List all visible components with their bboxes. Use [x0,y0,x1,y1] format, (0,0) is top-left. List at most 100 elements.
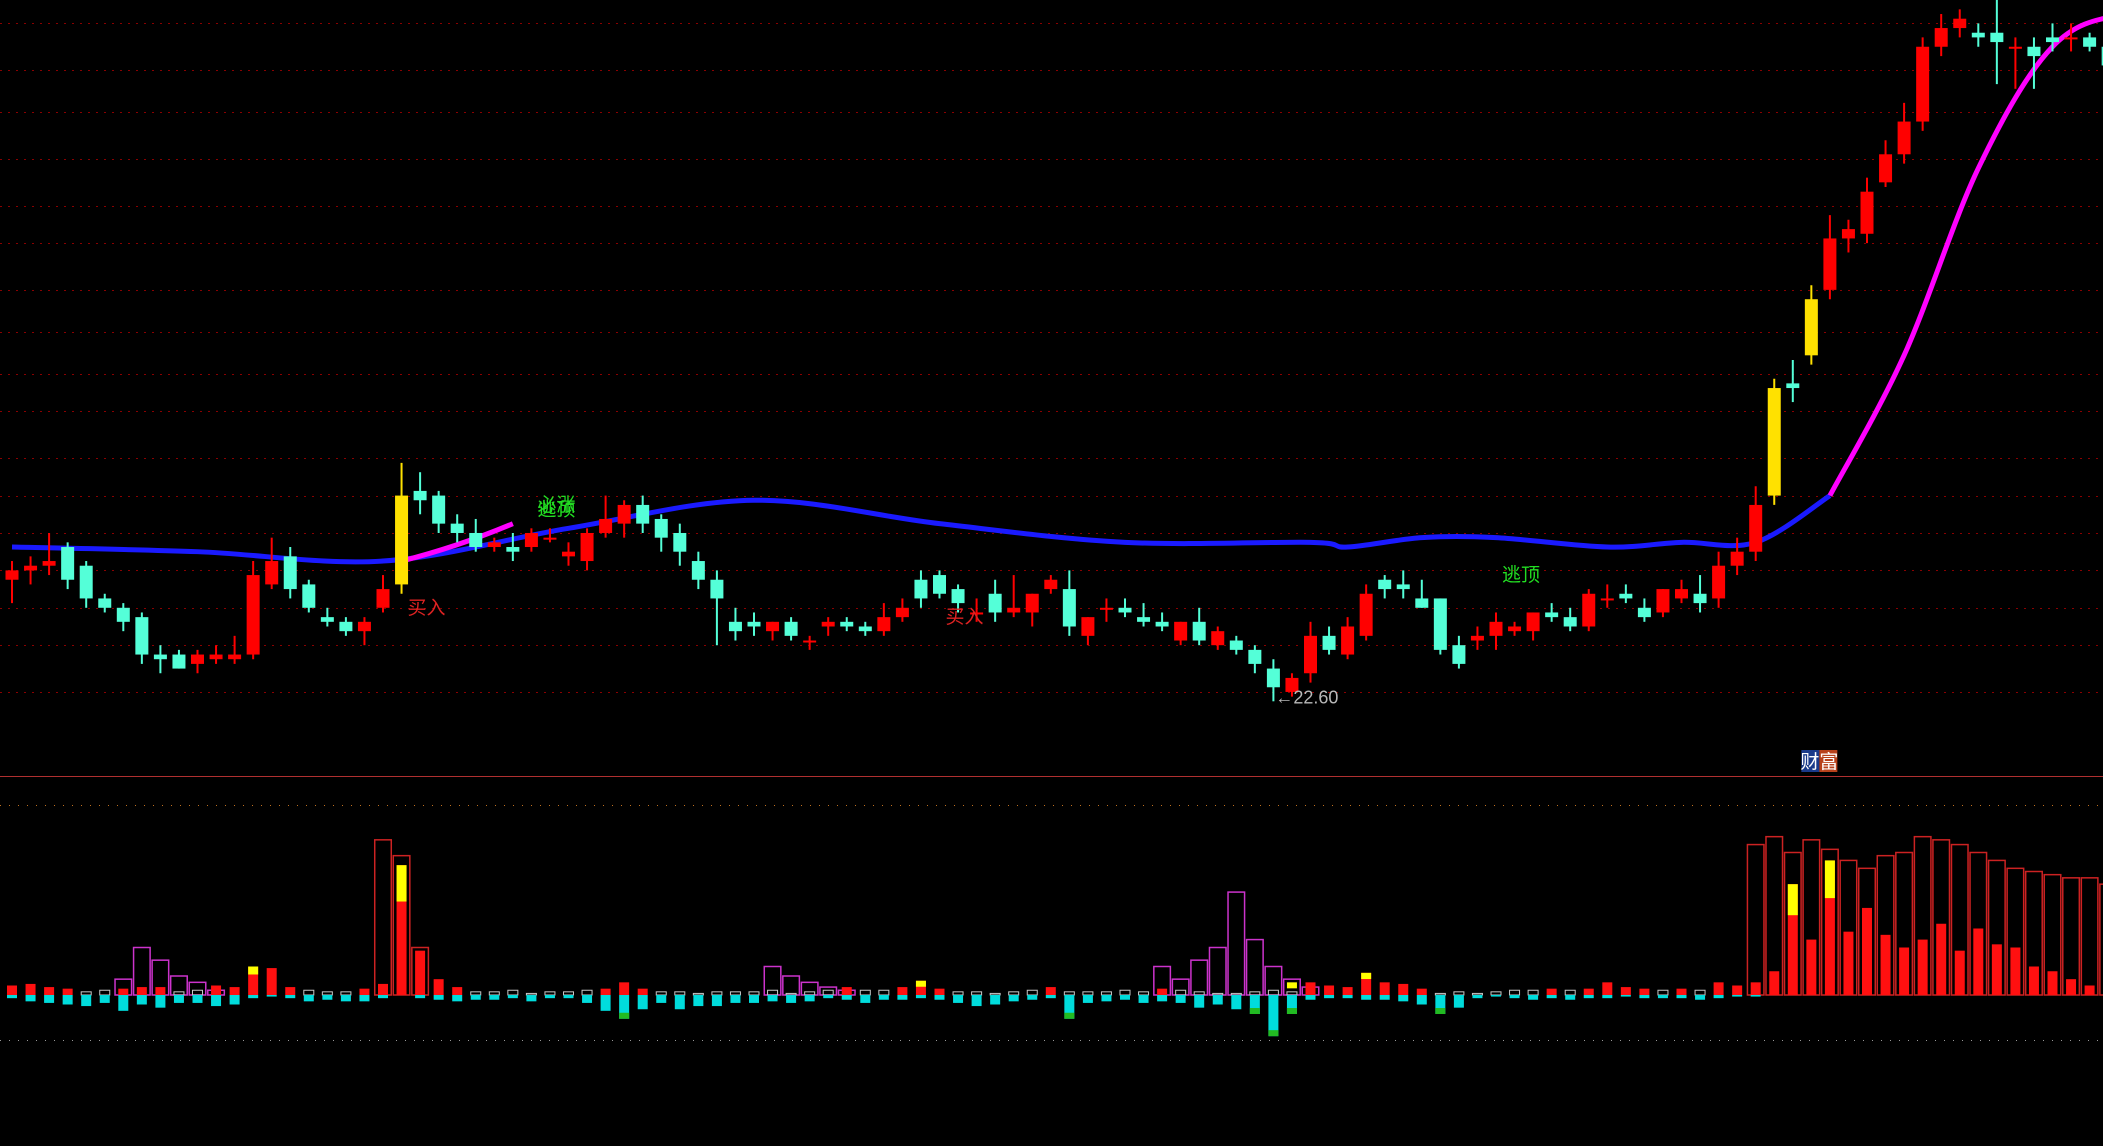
candle-body [1470,635,1484,641]
indicator-outline-bar [1245,938,1264,996]
indicator-bar-positive [1602,982,1613,995]
indicator-bar-positive [1583,988,1594,995]
candle [1712,551,1726,608]
indicator-bar-positive [321,991,333,996]
indicator-bar-positive [1305,982,1316,995]
candle-body [1192,621,1206,641]
candle [1062,570,1076,636]
candle-body [61,547,75,580]
candle-body [1174,621,1188,641]
indicator-bar-positive [1008,991,1020,996]
candle [1396,570,1410,599]
candle-body [1433,598,1447,650]
candle [1990,0,2004,85]
indicator-bar-negative [563,995,574,999]
candle [580,528,594,571]
indicator-bar-negative [1472,995,1483,999]
indicator-bar-positive [544,991,556,996]
candle [469,518,483,552]
indicator-bar-negative [1732,995,1743,997]
indicator-bar-positive [804,991,816,996]
indicator-bar-positive [62,988,73,995]
indicator-bar-positive [1880,934,1891,995]
indicator-bar-positive [1249,991,1261,996]
candle-body [1675,589,1688,599]
candle-body [933,575,946,594]
indicator-bar-negative-cap [619,1012,630,1019]
indicator-bar-negative [25,995,36,1002]
indicator-bar-negative [1342,995,1353,999]
candle-body [691,561,705,580]
candle [914,570,928,608]
candle-body [728,621,742,632]
indicator-bar-negative [118,995,129,1011]
indicator-bar-negative [1212,995,1223,1005]
indicator-bar-positive [1063,991,1075,996]
candle-body [228,654,242,660]
candle [209,645,223,664]
indicator-bar-positive [1713,982,1724,995]
signal-label: 买入 [408,597,446,619]
candle-body [98,598,112,608]
candle-body [2083,37,2097,47]
candle-body [617,504,631,524]
indicator-bar-negative [767,995,778,1002]
candle [1600,584,1614,608]
ma-line-segment [1827,16,2103,497]
indicator-bar-positive [1100,991,1112,996]
candle [265,537,279,590]
candle-body [42,561,56,566]
candle-body [1860,191,1874,234]
candle [1359,584,1373,641]
candle [1137,603,1151,627]
candle-body [673,532,687,552]
candle [1452,635,1466,669]
signal-label: 逃顶 [1502,564,1540,586]
indicator-bar-negative [693,995,704,1007]
indicator-bar-negative [971,995,982,1007]
indicator-bar-negative [136,995,147,1005]
indicator-bar-positive [878,989,890,996]
candle-body [1637,607,1651,618]
indicator-bar-positive [470,991,482,996]
candle [1025,593,1039,627]
candle-body [803,640,817,643]
candle-body [302,584,316,608]
indicator-outline-bar [1227,891,1246,996]
indicator-bar-positive [1546,988,1557,995]
candle [1767,378,1781,505]
candle [1786,360,1800,403]
indicator-bar-positive [1899,947,1910,995]
indicator-bar-negative [1008,995,1019,1002]
candle [691,551,705,590]
candle-body [172,654,186,669]
candle-body [79,565,93,599]
indicator-bar-negative [452,995,463,1002]
candle [357,617,371,646]
candle-body [877,617,891,632]
candle [1229,635,1243,655]
candle [1508,621,1522,636]
indicator-bar-negative [7,995,17,999]
indicator-bar-negative [600,995,611,1011]
candle-body [1526,612,1540,632]
candle [153,645,167,674]
candle-body [1266,668,1280,688]
candle [1823,215,1837,300]
candle [1879,140,1893,188]
indicator-bar-negative [1528,995,1539,1000]
candle-body [283,556,297,590]
ma-line-segment [11,493,1832,565]
candle [320,607,334,627]
indicator-bar-positive [7,985,17,995]
indicator-label-text: 财富 [1800,751,1838,773]
candle [1656,589,1670,618]
indicator-bar-negative [1027,995,1038,1000]
indicator-bar-positive [2010,947,2021,995]
indicator-bars [7,835,2103,1037]
indicator-bar-negative [1082,995,1093,1003]
indicator-bar-positive [1657,989,1669,996]
candle-body [1359,593,1373,636]
candle [1174,621,1188,646]
candle [191,649,204,674]
